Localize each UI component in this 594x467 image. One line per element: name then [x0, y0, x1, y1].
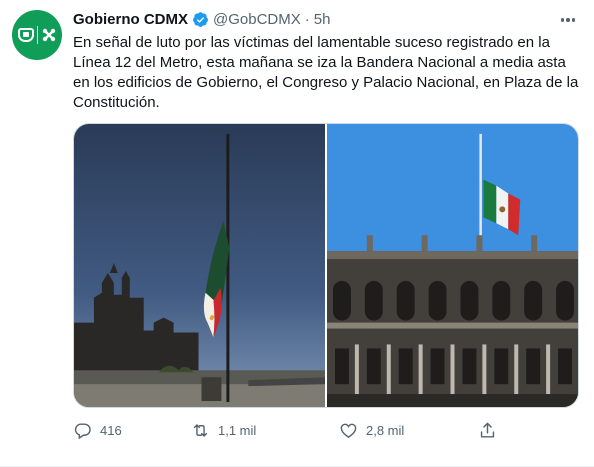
- tweet-media: [73, 123, 579, 408]
- share-icon: [480, 422, 495, 438]
- like-count: 2,8 mil: [366, 422, 405, 438]
- share-button[interactable]: [478, 418, 497, 442]
- tweet-card[interactable]: Gobierno CDMX @GobCDMX · 5h En señal de …: [0, 0, 594, 467]
- photo-building-flag[interactable]: [327, 124, 578, 407]
- reply-button[interactable]: 416: [73, 418, 122, 442]
- author-handle[interactable]: @GobCDMX: [213, 11, 301, 28]
- verified-badge-icon: [193, 11, 208, 27]
- heart-icon: [340, 423, 357, 438]
- avatar[interactable]: [12, 10, 62, 60]
- reply-count: 416: [100, 422, 122, 438]
- author-name[interactable]: Gobierno CDMX: [73, 11, 188, 28]
- cdmx-logo: [42, 28, 55, 42]
- separator-dot: ·: [304, 10, 310, 28]
- like-button[interactable]: 2,8 mil: [339, 418, 404, 442]
- photo-zocalo-flag[interactable]: [74, 124, 325, 407]
- reply-icon: [74, 422, 91, 439]
- tweet-text: En señal de luto por las víctimas del la…: [73, 34, 579, 111]
- retweet-button[interactable]: 1,1 mil: [191, 418, 256, 442]
- tweet-header: Gobierno CDMX @GobCDMX · 5h: [73, 9, 330, 29]
- photo-zocalo-flag-image: [74, 124, 325, 407]
- more-options-icon[interactable]: [558, 12, 578, 28]
- retweet-count: 1,1 mil: [218, 422, 257, 438]
- retweet-icon: [193, 423, 208, 437]
- tweet-actions: 416 1,1 mil 2,8 mil: [73, 418, 503, 442]
- coat-of-arms-logo: [17, 28, 34, 42]
- photo-building-flag-image: [327, 124, 578, 407]
- timestamp[interactable]: 5h: [314, 11, 331, 28]
